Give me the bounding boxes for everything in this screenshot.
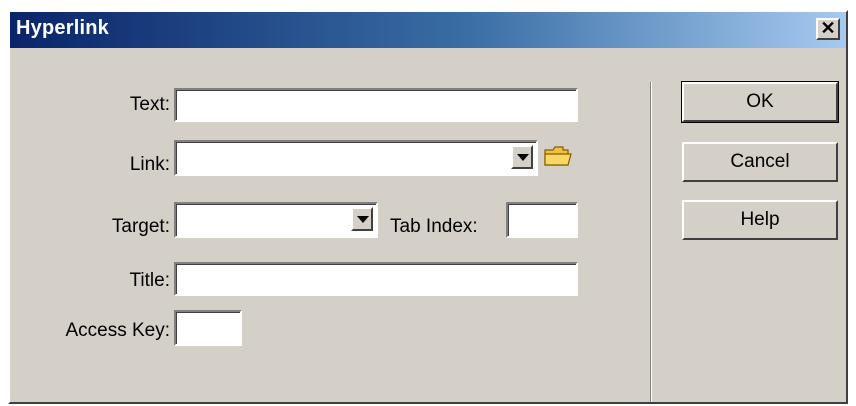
tab-index-input[interactable]	[506, 202, 578, 238]
dialog-title: Hyperlink	[16, 17, 109, 39]
target-combobox[interactable]	[174, 202, 378, 238]
target-dropdown-button[interactable]	[351, 207, 373, 231]
link-dropdown-button[interactable]	[511, 145, 533, 169]
help-button[interactable]: Help	[682, 200, 838, 240]
title-label: Title:	[129, 270, 170, 291]
access-key-label: Access Key:	[65, 320, 170, 341]
close-button[interactable]: ✕	[816, 18, 840, 40]
tab-index-label: Tab Index:	[390, 216, 478, 237]
text-input[interactable]	[174, 88, 578, 122]
close-icon: ✕	[820, 18, 836, 38]
link-label: Link:	[129, 154, 170, 175]
target-label: Target:	[111, 216, 170, 237]
ok-button[interactable]: OK	[681, 81, 839, 123]
title-bar[interactable]: Hyperlink ✕	[10, 12, 846, 48]
link-combobox[interactable]	[174, 140, 538, 176]
access-key-input[interactable]	[174, 310, 242, 346]
text-label: Text:	[129, 94, 170, 115]
folder-icon[interactable]	[544, 146, 572, 166]
cancel-button[interactable]: Cancel	[682, 142, 838, 182]
title-input[interactable]	[174, 262, 578, 296]
hyperlink-dialog: Hyperlink ✕ Text: Link: Target: Tab Inde…	[8, 10, 848, 404]
vertical-divider	[650, 82, 652, 402]
